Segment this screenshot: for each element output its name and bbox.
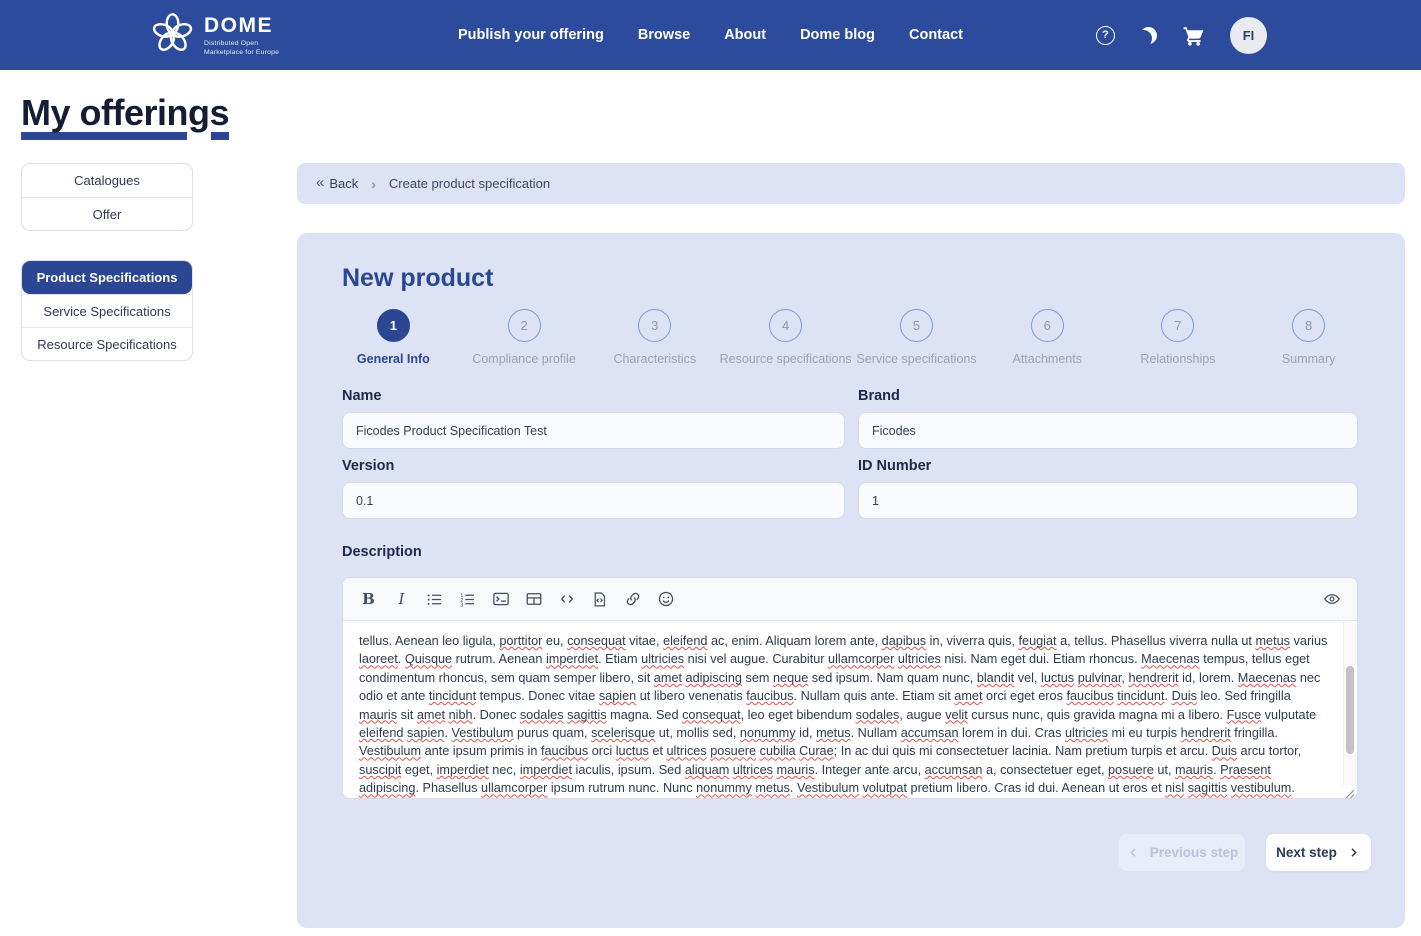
back-button[interactable]: « Back [316, 176, 358, 191]
wizard-actions: Previous step Next step [1119, 834, 1371, 871]
step-4-circle: 4 [769, 309, 802, 342]
help-icon[interactable]: ? [1096, 26, 1115, 45]
sidebar-item-product-specifications[interactable]: Product Specifications [22, 261, 192, 294]
dark-mode-moon-icon[interactable] [1140, 27, 1157, 44]
editor-scrollbar-thumb[interactable] [1346, 666, 1354, 754]
step-6-circle: 6 [1031, 309, 1064, 342]
description-editor: B I 1 2 3 [342, 577, 1358, 799]
step-8-circle: 8 [1292, 309, 1325, 342]
step-7-relationships[interactable]: 7 Relationships [1113, 309, 1244, 366]
name-label: Name [342, 388, 845, 404]
breadcrumb-current: Create product specification [389, 176, 550, 191]
bullet-list-icon[interactable] [421, 586, 448, 613]
preview-eye-icon[interactable] [1318, 586, 1345, 613]
step-3-characteristics[interactable]: 3 Characteristics [589, 309, 720, 366]
brand-input[interactable] [858, 412, 1358, 449]
version-label: Version [342, 458, 845, 474]
svg-text:3: 3 [460, 602, 463, 607]
dome-knot-icon [150, 11, 195, 61]
next-step-button[interactable]: Next step [1266, 834, 1371, 871]
link-icon[interactable] [619, 586, 646, 613]
code-block-icon[interactable] [586, 586, 613, 613]
step-5-circle: 5 [900, 309, 933, 342]
step-2-circle: 2 [508, 309, 541, 342]
nav-link-about[interactable]: About [724, 27, 766, 43]
page-title: My offerings [21, 92, 229, 134]
name-field-group: Name [342, 388, 845, 449]
step-7-circle: 7 [1161, 309, 1194, 342]
step-2-compliance-profile[interactable]: 2 Compliance profile [459, 309, 590, 366]
nav-links: Publish your offering Browse About Dome … [458, 0, 963, 70]
table-icon[interactable] [520, 586, 547, 613]
nav-link-contact[interactable]: Contact [909, 27, 963, 43]
page: DOME Distributed Open Marketplace for Eu… [0, 0, 1421, 936]
breadcrumb: « Back › Create product specification [297, 163, 1405, 204]
step-4-resource-specifications[interactable]: 4 Resource specifications [720, 309, 851, 366]
step-6-attachments[interactable]: 6 Attachments [982, 309, 1113, 366]
cart-icon[interactable] [1182, 24, 1205, 47]
navbar-actions: ? FI [1096, 0, 1267, 70]
id-number-label: ID Number [858, 458, 1358, 474]
step-5-service-specifications[interactable]: 5 Service specifications [851, 309, 982, 366]
panel-title: New product [342, 264, 493, 293]
sidebar-item-catalogues[interactable]: Catalogues [22, 164, 192, 197]
brand-tagline-line1: Distributed Open [204, 39, 279, 48]
step-3-circle: 3 [638, 309, 671, 342]
brand-field-group: Brand [858, 388, 1358, 449]
editor-toolbar: B I 1 2 3 [343, 578, 1357, 621]
nav-link-dome-blog[interactable]: Dome blog [800, 27, 875, 43]
sidebar-item-resource-specifications[interactable]: Resource Specifications [22, 327, 192, 360]
user-avatar[interactable]: FI [1230, 17, 1267, 54]
italic-icon[interactable]: I [388, 586, 415, 613]
new-product-panel: New product 1 General Info 2 Compliance … [297, 233, 1405, 928]
editor-body: tellus. Aenean leo ligula, porttitor eu,… [343, 621, 1357, 799]
brand-label: Brand [858, 388, 1358, 404]
wizard-stepper: 1 General Info 2 Compliance profile 3 Ch… [328, 309, 1374, 366]
editor-resize-handle[interactable] [1344, 786, 1355, 797]
sidebar-group-specifications: Product Specifications Service Specifica… [21, 260, 193, 361]
back-label: Back [329, 176, 358, 191]
navbar: DOME Distributed Open Marketplace for Eu… [0, 0, 1421, 70]
id-number-field-group: ID Number [858, 458, 1358, 519]
description-text[interactable]: tellus. Aenean leo ligula, porttitor eu,… [343, 621, 1342, 799]
editor-scrollbar[interactable] [1343, 622, 1356, 785]
step-8-summary[interactable]: 8 Summary [1243, 309, 1374, 366]
description-label: Description [342, 544, 422, 560]
version-field-group: Version [342, 458, 845, 519]
bold-icon[interactable]: B [355, 586, 382, 613]
sidebar-group-catalogues: Catalogues Offer [21, 163, 193, 231]
step-1-general-info[interactable]: 1 General Info [328, 309, 459, 366]
id-number-input[interactable] [858, 482, 1358, 519]
dome-logo[interactable]: DOME Distributed Open Marketplace for Eu… [150, 11, 279, 61]
code-icon[interactable] [553, 586, 580, 613]
nav-link-browse[interactable]: Browse [638, 27, 690, 43]
chevron-right-icon: › [371, 176, 376, 192]
sidebar-item-offer[interactable]: Offer [22, 197, 192, 230]
previous-step-button[interactable]: Previous step [1119, 834, 1245, 871]
step-1-circle: 1 [377, 309, 410, 342]
ordered-list-icon[interactable]: 1 2 3 [454, 586, 481, 613]
double-chevron-left-icon: « [316, 175, 322, 190]
blockquote-icon[interactable] [487, 586, 514, 613]
nav-link-publish-your-offering[interactable]: Publish your offering [458, 27, 604, 43]
emoji-icon[interactable] [652, 586, 679, 613]
brand-name: DOME [204, 15, 279, 36]
version-input[interactable] [342, 482, 845, 519]
name-input[interactable] [342, 412, 845, 449]
brand-tagline-line2: Marketplace for Europe [204, 48, 279, 57]
sidebar-item-service-specifications[interactable]: Service Specifications [22, 294, 192, 327]
